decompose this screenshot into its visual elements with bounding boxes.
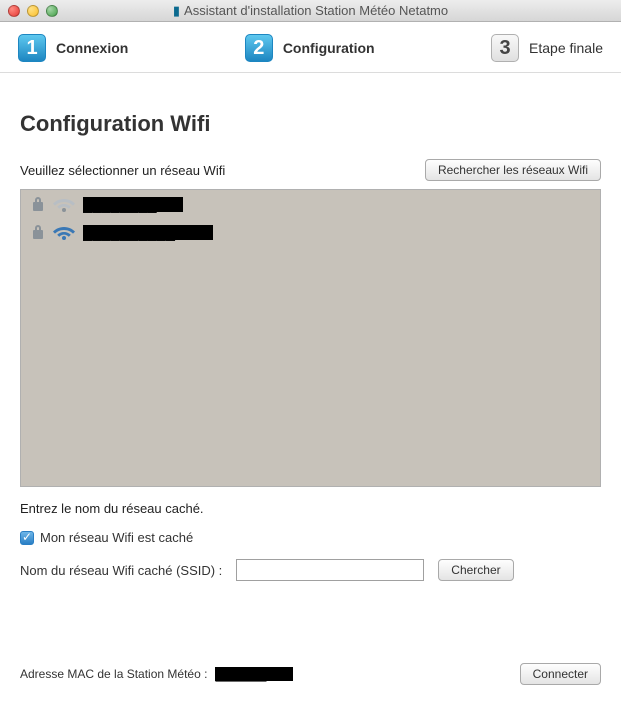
zoom-icon[interactable] [46, 5, 58, 17]
mac-address-label: Adresse MAC de la Station Météo : [20, 667, 207, 681]
select-network-prompt: Veuillez sélectionner un réseau Wifi [20, 163, 225, 178]
ssid-label: Nom du réseau Wifi caché (SSID) : [20, 563, 222, 578]
page-title: Configuration Wifi [20, 111, 601, 137]
mac-address-value: ██████ [215, 667, 293, 681]
wifi-list-item[interactable]: ████████ [21, 190, 600, 218]
window-titlebar: ▮Assistant d'installation Station Météo … [0, 0, 621, 22]
hidden-network-prompt: Entrez le nom du réseau caché. [20, 501, 601, 516]
hidden-network-checkbox-label[interactable]: Mon réseau Wifi est caché [40, 530, 193, 545]
step-number-2: 2 [245, 34, 273, 62]
step-number-1: 1 [18, 34, 46, 62]
step-label-final: Etape finale [529, 40, 603, 56]
wifi-network-name: ██████████ [83, 225, 213, 240]
lock-icon [31, 196, 45, 212]
step-label-connexion: Connexion [56, 40, 128, 56]
step-connexion: 1 Connexion [18, 34, 128, 62]
step-label-configuration: Configuration [283, 40, 375, 56]
search-networks-button[interactable]: Rechercher les réseaux Wifi [425, 159, 601, 181]
wifi-list[interactable]: ████████ ██████████ [20, 189, 601, 487]
window-title: ▮Assistant d'installation Station Météo … [0, 3, 621, 19]
connect-button[interactable]: Connecter [520, 663, 601, 685]
minimize-icon[interactable] [27, 5, 39, 17]
hidden-network-checkbox[interactable] [20, 531, 34, 545]
wifi-network-name: ████████ [83, 197, 183, 212]
close-icon[interactable] [8, 5, 20, 17]
step-number-3: 3 [491, 34, 519, 62]
lock-icon [31, 224, 45, 240]
traffic-lights [8, 5, 58, 17]
step-configuration: 2 Configuration [245, 34, 375, 62]
wizard-steps: 1 Connexion 2 Configuration 3 Etape fina… [0, 22, 621, 73]
step-final: 3 Etape finale [491, 34, 603, 62]
ssid-input[interactable] [236, 559, 424, 581]
ssid-search-button[interactable]: Chercher [438, 559, 513, 581]
wifi-signal-icon [53, 224, 75, 240]
wifi-list-item[interactable]: ██████████ [21, 218, 600, 246]
wifi-signal-icon [53, 196, 75, 212]
